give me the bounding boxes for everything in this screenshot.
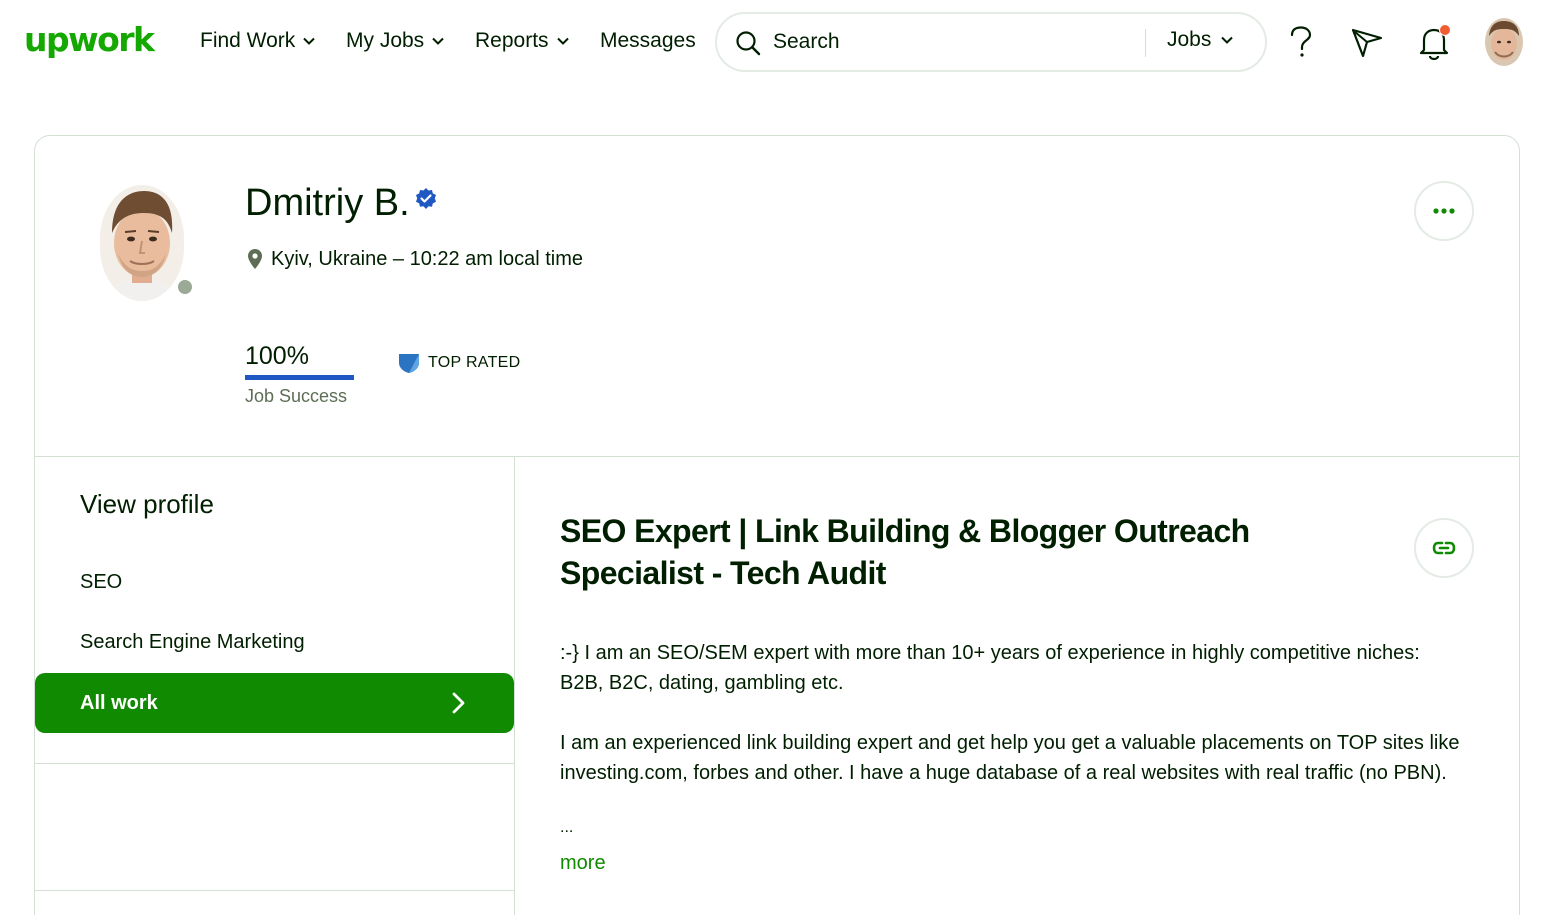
job-success-label: Job Success [245, 386, 348, 406]
link-icon [1432, 541, 1456, 555]
search-scope-dropdown[interactable]: Jobs [1167, 28, 1234, 52]
user-avatar[interactable] [1485, 18, 1523, 66]
profile-location-text: Kyiv, Ukraine – 10:22 am local time [271, 248, 583, 270]
job-success-bar-fill [245, 375, 354, 380]
view-profile-heading: View profile [80, 489, 214, 519]
search-scope-label: Jobs [1167, 28, 1212, 51]
help-icon[interactable] [1288, 26, 1314, 58]
nav-messages-label: Messages [600, 29, 696, 52]
profile-title: SEO Expert | Link Building & Blogger Out… [560, 513, 1250, 591]
job-success-value: 100% [245, 342, 309, 370]
profile-name-text: Dmitriy B. [245, 182, 410, 224]
more-options-button[interactable] [1414, 181, 1474, 241]
description-paragraph: I am an experienced link building expert… [560, 732, 1460, 784]
nav-reports[interactable]: Reports [475, 28, 569, 54]
verified-badge-icon [415, 188, 436, 209]
upwork-logo[interactable]: upwork [24, 20, 155, 60]
chevron-right-icon [452, 692, 465, 714]
search-divider [1145, 29, 1146, 57]
location-pin-icon [248, 249, 262, 269]
description-paragraph: :-} I am an SEO/SEM expert with more tha… [560, 642, 1420, 694]
online-status-dot [175, 277, 195, 297]
sidebar-item-search-engine-marketing[interactable]: Search Engine Marketing [80, 629, 305, 655]
nav-my-jobs[interactable]: My Jobs [346, 28, 444, 54]
notification-dot [1439, 24, 1451, 36]
profile-photo-image [100, 185, 184, 301]
search-input[interactable] [773, 26, 1153, 58]
user-avatar-image [1485, 18, 1523, 66]
nav-reports-label: Reports [475, 29, 549, 52]
sidebar-item-seo[interactable]: SEO [80, 569, 122, 595]
section-divider [35, 456, 1519, 457]
profile-name: Dmitriy B. [245, 180, 438, 226]
profile-photo [100, 185, 184, 301]
chevron-down-icon [303, 37, 316, 45]
nav-find-work[interactable]: Find Work [200, 28, 316, 54]
sidebar-divider [35, 763, 514, 764]
ellipsis-icon [1433, 208, 1455, 214]
top-rated-badge: TOP RATED [398, 352, 521, 374]
nav-find-work-label: Find Work [200, 29, 296, 52]
top-rated-label: TOP RATED [428, 354, 521, 371]
nav-my-jobs-label: My Jobs [346, 29, 425, 52]
copy-link-button[interactable] [1414, 518, 1474, 578]
sidebar-item-all-work[interactable]: All work [35, 673, 514, 733]
top-rated-shield-icon [399, 354, 419, 373]
chevron-down-icon [432, 37, 444, 45]
column-divider [514, 457, 515, 915]
top-header: upwork Find Work My Jobs Reports Message… [0, 0, 1558, 84]
description-ellipsis: ... [560, 819, 574, 836]
sidebar-item-all-work-label: All work [80, 691, 158, 714]
search-bar: Jobs [715, 12, 1267, 72]
nav-messages[interactable]: Messages [600, 28, 696, 54]
search-icon [736, 31, 761, 56]
chevron-down-icon [556, 37, 569, 45]
profile-location: Kyiv, Ukraine – 10:22 am local time [247, 246, 583, 272]
send-icon[interactable] [1351, 26, 1383, 58]
job-success-bar [245, 375, 354, 380]
more-link[interactable]: more [560, 848, 606, 878]
sidebar-divider [35, 890, 514, 891]
chevron-down-icon [1221, 36, 1234, 44]
